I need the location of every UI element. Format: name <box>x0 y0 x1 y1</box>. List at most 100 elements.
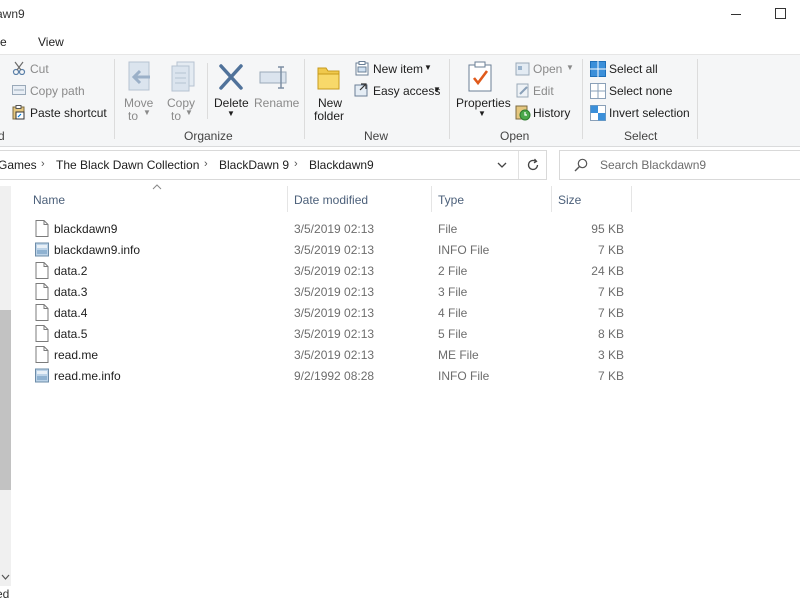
file-type: File <box>438 222 458 236</box>
file-row[interactable]: data.3 3/5/2019 02:13 3 File 7 KB <box>24 281 634 302</box>
file-type: 2 File <box>438 264 468 278</box>
chevron-right-icon[interactable]: › <box>41 158 45 170</box>
breadcrumb-blackdawn-9[interactable]: BlackDawn 9 <box>219 158 289 172</box>
file-name: data.5 <box>54 327 88 341</box>
edit-icon <box>516 83 529 98</box>
file-row[interactable]: data.2 3/5/2019 02:13 2 File 24 KB <box>24 260 634 281</box>
column-header-name[interactable]: Name <box>33 193 65 207</box>
column-divider[interactable] <box>551 186 552 212</box>
info-file-icon <box>35 368 49 383</box>
open-button[interactable]: Open <box>533 62 562 76</box>
chevron-down-icon[interactable] <box>494 157 510 173</box>
select-group-label: Select <box>624 129 658 143</box>
file-date: 3/5/2019 02:13 <box>294 264 375 278</box>
scrollbar-thumb[interactable] <box>0 310 11 490</box>
select-all-button[interactable]: Select all <box>609 62 658 76</box>
new-item-icon <box>355 61 369 76</box>
clipboard-group-label: d <box>0 129 5 143</box>
file-name: read.me.info <box>54 369 121 383</box>
file-row[interactable]: blackdawn9.info 3/5/2019 02:13 INFO File… <box>24 239 634 260</box>
history-button[interactable]: History <box>533 106 570 120</box>
file-row[interactable]: data.4 3/5/2019 02:13 4 File 7 KB <box>24 302 634 323</box>
rename-button[interactable]: Rename <box>254 96 299 110</box>
file-name: read.me <box>54 348 99 362</box>
ribbon-tabs: re View <box>0 30 800 54</box>
tab-view[interactable]: View <box>38 35 64 49</box>
breadcrumb-games[interactable]: Games <box>0 158 37 172</box>
address-bar[interactable]: Games › The Black Dawn Collection › Blac… <box>0 150 547 180</box>
column-divider[interactable] <box>287 186 288 212</box>
file-date: 3/5/2019 02:13 <box>294 348 375 362</box>
new-folder-label[interactable]: New <box>318 96 342 110</box>
file-row[interactable]: data.5 3/5/2019 02:13 5 File 8 KB <box>24 323 634 344</box>
column-header-date[interactable]: Date modified <box>294 193 368 207</box>
ribbon: Cut Copy path Paste shortcut d Move to ▼… <box>0 54 800 147</box>
search-input[interactable]: Search Blackdawn9 <box>600 158 706 172</box>
select-none-icon <box>590 83 606 99</box>
file-size: 3 KB <box>597 348 624 362</box>
move-to-icon <box>128 61 150 91</box>
chevron-down-icon: ▼ <box>185 108 193 117</box>
breadcrumb-blackdawn9[interactable]: Blackdawn9 <box>309 158 374 172</box>
paste-shortcut-button[interactable]: Paste shortcut <box>30 106 107 120</box>
copy-path-button[interactable]: Copy path <box>30 84 85 98</box>
file-name: blackdawn9 <box>54 222 118 236</box>
select-none-button[interactable]: Select none <box>609 84 672 98</box>
file-date: 3/5/2019 02:13 <box>294 243 375 257</box>
ribbon-divider <box>207 63 208 119</box>
maximize-button[interactable] <box>771 4 791 24</box>
chevron-right-icon[interactable]: › <box>294 158 298 170</box>
chevron-down-icon: ▼ <box>424 63 432 72</box>
invert-selection-button[interactable]: Invert selection <box>609 106 690 120</box>
column-divider[interactable] <box>431 186 432 212</box>
copy-to-label-line2: to <box>171 109 182 123</box>
column-header-type[interactable]: Type <box>438 193 464 207</box>
file-type: 4 File <box>438 306 468 320</box>
open-icon <box>515 62 530 76</box>
column-divider[interactable] <box>631 186 632 212</box>
file-type: INFO File <box>438 369 490 383</box>
refresh-icon <box>527 158 539 171</box>
file-date: 3/5/2019 02:13 <box>294 285 375 299</box>
file-name: data.3 <box>54 285 88 299</box>
file-size: 8 KB <box>597 327 624 341</box>
file-type: 5 File <box>438 327 468 341</box>
file-row[interactable]: read.me 3/5/2019 02:13 ME File 3 KB <box>24 344 634 365</box>
file-icon <box>35 346 49 363</box>
refresh-button[interactable] <box>518 151 546 179</box>
scroll-down-icon[interactable] <box>0 571 11 583</box>
properties-button[interactable]: Properties <box>456 96 511 110</box>
copy-path-icon <box>12 85 26 95</box>
tab-share[interactable]: re <box>0 35 7 49</box>
chevron-down-icon: ▼ <box>566 63 574 72</box>
search-box[interactable]: Search Blackdawn9 <box>559 150 800 180</box>
cut-button[interactable]: Cut <box>30 62 49 76</box>
easy-access-button[interactable]: Easy access <box>373 84 440 98</box>
file-row[interactable]: read.me.info 9/2/1992 08:28 INFO File 7 … <box>24 365 634 386</box>
new-group-label: New <box>364 129 389 143</box>
chevron-down-icon: ▼ <box>433 85 441 94</box>
open-group-label: Open <box>500 129 530 143</box>
ribbon-divider <box>449 59 450 139</box>
file-date: 3/5/2019 02:13 <box>294 306 375 320</box>
delete-icon <box>219 64 243 90</box>
file-row[interactable]: blackdawn9 3/5/2019 02:13 File 95 KB <box>24 218 634 239</box>
file-date: 3/5/2019 02:13 <box>294 327 375 341</box>
chevron-right-icon[interactable]: › <box>204 158 208 170</box>
file-date: 3/5/2019 02:13 <box>294 222 375 236</box>
new-item-button[interactable]: New item <box>373 62 423 76</box>
breadcrumb-collection[interactable]: The Black Dawn Collection <box>56 158 199 172</box>
ribbon-divider <box>114 59 115 139</box>
file-size: 7 KB <box>597 243 624 257</box>
file-size: 7 KB <box>597 285 624 299</box>
info-file-icon <box>35 242 49 257</box>
minimize-button[interactable] <box>726 4 746 24</box>
delete-button[interactable]: Delete <box>214 96 249 110</box>
scissors-icon <box>12 61 26 75</box>
column-header-size[interactable]: Size <box>558 193 581 207</box>
chevron-down-icon: ▼ <box>227 109 235 118</box>
sort-ascending-icon <box>152 184 162 190</box>
edit-button[interactable]: Edit <box>533 84 554 98</box>
history-icon <box>515 105 531 121</box>
file-name: data.2 <box>54 264 88 278</box>
